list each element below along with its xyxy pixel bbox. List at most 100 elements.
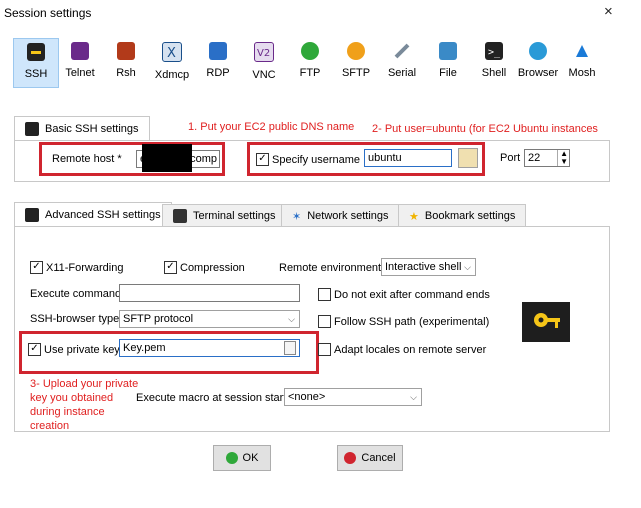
- compression-checkbox[interactable]: ✓ Compression: [164, 261, 245, 274]
- cancel-label: Cancel: [361, 452, 396, 464]
- ssh-key-icon: [25, 122, 39, 136]
- checkbox-checked: ✓: [30, 261, 43, 274]
- svg-text:>_: >_: [488, 47, 501, 58]
- tab-advanced-ssh-settings[interactable]: Advanced SSH settings: [14, 202, 172, 227]
- port-label: Port: [500, 152, 521, 164]
- port-value: 22: [528, 152, 541, 164]
- terminal-icon: [173, 209, 187, 223]
- protocol-label: Rsh: [116, 67, 136, 79]
- specify-username-checkbox[interactable]: ✓ Specify username: [256, 153, 360, 166]
- remote-environment-value: Interactive shell: [385, 261, 462, 273]
- tab-bookmark-settings[interactable]: ★ Bookmark settings: [398, 204, 527, 227]
- adapt-locales-checkbox[interactable]: Adapt locales on remote server: [318, 343, 486, 356]
- protocol-sftp[interactable]: SFTP: [334, 38, 378, 86]
- port-spinner-icon[interactable]: ▲ ▼: [557, 150, 568, 166]
- ok-label: OK: [242, 452, 259, 464]
- protocol-label: VNC: [252, 69, 276, 81]
- file-browse-icon[interactable]: [284, 341, 296, 355]
- port-input[interactable]: 22 ▲ ▼: [524, 149, 570, 167]
- ok-button[interactable]: OK: [213, 445, 271, 471]
- private-key-input[interactable]: Key.pem: [119, 339, 300, 357]
- redaction-box: [142, 144, 192, 172]
- browser-type-select[interactable]: SFTP protocol ⌵: [119, 310, 300, 328]
- remote-environment-select[interactable]: Interactive shell ⌵: [381, 258, 476, 276]
- protocol-label: Mosh: [568, 67, 596, 79]
- compression-label: Compression: [180, 261, 245, 274]
- protocol-mosh[interactable]: Mosh: [560, 38, 604, 86]
- protocol-serial[interactable]: Serial: [380, 38, 424, 86]
- rsh-icon: [117, 42, 135, 60]
- annotation-1: 1. Put your EC2 public DNS name: [188, 121, 355, 133]
- tab-basic-ssh-settings[interactable]: Basic SSH settings: [14, 116, 150, 141]
- cancel-button[interactable]: Cancel: [337, 445, 403, 471]
- protocol-label: Xdmcp: [154, 69, 190, 81]
- adapt-locales-label: Adapt locales on remote server: [334, 343, 487, 356]
- remote-environment-label: Remote environment:: [279, 262, 385, 274]
- private-key-value: Key.pem: [123, 342, 166, 354]
- protocol-ftp[interactable]: FTP: [288, 38, 332, 86]
- ssh-key-icon: [25, 208, 39, 222]
- protocol-label: SFTP: [341, 67, 371, 79]
- user-manager-icon[interactable]: [458, 148, 478, 168]
- tab-terminal-settings[interactable]: Terminal settings: [162, 204, 287, 227]
- protocol-shell[interactable]: >_ Shell: [472, 38, 516, 86]
- annotation-3-line-2: key you obtained: [30, 392, 114, 404]
- network-icon: ✶: [292, 210, 302, 223]
- protocol-label: RDP: [206, 67, 230, 79]
- annotation-2: 2- Put user=ubuntu (for EC2 Ubuntu insta…: [372, 123, 598, 135]
- telnet-icon: [71, 42, 89, 60]
- no-exit-checkbox[interactable]: Do not exit after command ends: [318, 288, 490, 301]
- x11-forwarding-checkbox[interactable]: ✓ X11-Forwarding: [30, 261, 123, 274]
- rdp-icon: [209, 42, 227, 60]
- use-private-key-label: Use private key: [44, 343, 120, 356]
- checkbox-unchecked: [318, 343, 331, 356]
- protocol-telnet[interactable]: Telnet: [58, 38, 102, 86]
- checkbox-unchecked: [318, 315, 331, 328]
- protocol-xdmcp[interactable]: X Xdmcp: [150, 38, 194, 86]
- execute-command-label: Execute command:: [30, 288, 125, 300]
- checkbox-unchecked: [318, 288, 331, 301]
- no-exit-label: Do not exit after command ends: [334, 288, 490, 301]
- protocol-rsh[interactable]: Rsh: [104, 38, 148, 86]
- protocol-browser[interactable]: Browser: [516, 38, 560, 86]
- x11-forwarding-label: X11-Forwarding: [46, 261, 124, 274]
- protocol-label: File: [439, 67, 457, 79]
- username-input[interactable]: ubuntu: [364, 149, 452, 167]
- key-icon: [522, 302, 570, 342]
- close-button[interactable]: ×: [604, 3, 613, 20]
- tab-network-settings[interactable]: ✶ Network settings: [281, 204, 400, 227]
- protocol-rdp[interactable]: RDP: [196, 38, 240, 86]
- ssh-icon: [27, 43, 45, 61]
- protocol-file[interactable]: File: [426, 38, 470, 86]
- xdmcp-icon: X: [162, 42, 182, 62]
- follow-ssh-path-checkbox[interactable]: Follow SSH path (experimental): [318, 315, 489, 328]
- use-private-key-checkbox[interactable]: ✓ Use private key: [28, 343, 120, 356]
- sftp-icon: [347, 42, 365, 60]
- ftp-icon: [301, 42, 319, 60]
- protocol-label: FTP: [299, 67, 321, 79]
- specify-username-label: Specify username: [272, 153, 361, 166]
- protocol-label: SSH: [24, 68, 48, 80]
- protocol-ssh[interactable]: SSH: [13, 38, 59, 88]
- execute-macro-value: <none>: [288, 391, 326, 403]
- annotation-3-line-3: during instance: [30, 406, 105, 418]
- chevron-down-icon: ⌵: [288, 314, 295, 324]
- file-icon: [439, 42, 457, 60]
- follow-ssh-path-label: Follow SSH path (experimental): [334, 315, 490, 328]
- protocol-label: Shell: [481, 67, 507, 79]
- browser-icon: [529, 42, 547, 60]
- vnc-icon: V2: [254, 42, 274, 62]
- star-icon: ★: [409, 210, 419, 223]
- checkbox-checked: ✓: [28, 343, 41, 356]
- cancel-icon: [344, 452, 357, 464]
- tab-label: Network settings: [307, 210, 389, 222]
- execute-macro-select[interactable]: <none> ⌵: [284, 388, 422, 406]
- svg-text:X: X: [167, 46, 176, 61]
- browser-type-value: SFTP protocol: [123, 313, 194, 325]
- chevron-down-icon: ⌵: [410, 392, 417, 402]
- protocol-label: Browser: [517, 67, 559, 79]
- protocol-vnc[interactable]: V2 VNC: [242, 38, 286, 86]
- execute-command-input[interactable]: [119, 284, 300, 302]
- chevron-down-icon: ⌵: [464, 262, 471, 272]
- mosh-icon: [573, 42, 591, 60]
